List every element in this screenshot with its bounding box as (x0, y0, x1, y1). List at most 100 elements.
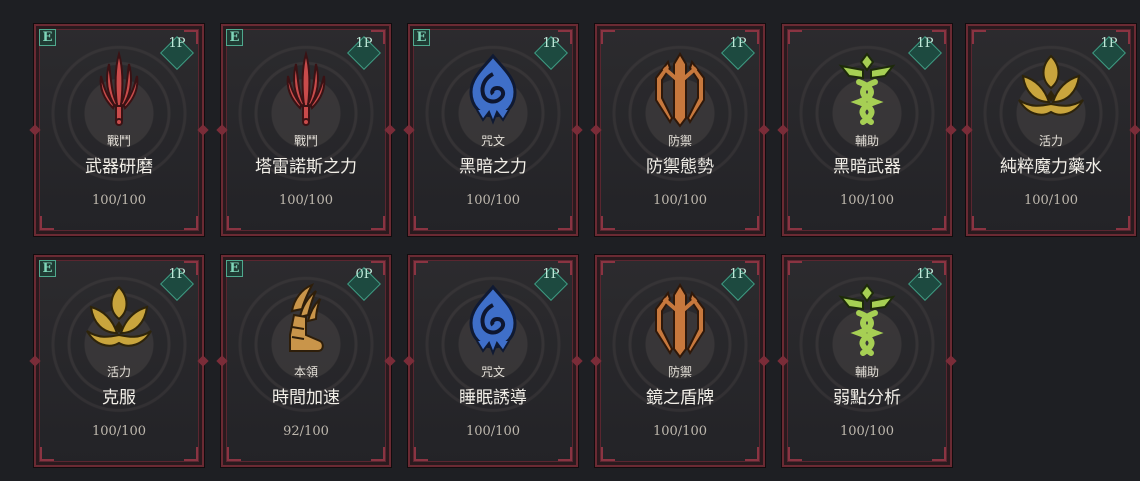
card-corner-ornament (414, 261, 428, 275)
shield-blade-icon (655, 52, 705, 128)
card-name: 時間加速 (272, 388, 340, 408)
cost-value: 1P (1100, 36, 1118, 51)
card-category: 本領 (293, 365, 318, 379)
card-corner-ornament (932, 447, 946, 461)
cost-value: 1P (355, 36, 373, 51)
skill-card[interactable]: E 1P 戰鬥 塔雷諾斯之力 100/100 (221, 24, 391, 236)
lotus-icon (86, 285, 152, 347)
card-durability: 100/100 (465, 193, 520, 208)
card-corner-ornament (184, 447, 198, 461)
skill-card[interactable]: E 1P 戰鬥 武器研磨 100/100 (34, 24, 204, 236)
card-durability: 100/100 (91, 424, 146, 439)
card-corner-ornament (788, 447, 802, 461)
card-category: 戰鬥 (106, 134, 131, 148)
cost-badge: 1P (534, 267, 568, 301)
card-durability: 100/100 (652, 193, 707, 208)
card-name: 鏡之盾牌 (646, 388, 714, 408)
card-name: 塔雷諾斯之力 (255, 157, 357, 177)
card-durability: 100/100 (278, 193, 333, 208)
card-corner-ornament (227, 216, 241, 230)
card-name: 黑暗武器 (833, 157, 901, 177)
cost-badge: 0P (347, 267, 381, 301)
card-durability: 100/100 (839, 193, 894, 208)
cost-badge: 1P (908, 36, 942, 70)
skill-card[interactable]: E 0P 本領 時間加速 92/100 (221, 255, 391, 467)
lotus-icon (1018, 54, 1084, 116)
cost-badge: 1P (1092, 36, 1126, 70)
card-durability: 100/100 (1023, 193, 1078, 208)
card-corner-ornament (788, 261, 802, 275)
card-corner-ornament (227, 447, 241, 461)
cost-value: 0P (355, 267, 373, 282)
card-name: 黑暗之力 (459, 157, 527, 177)
spell-orb-icon (469, 53, 517, 125)
card-name: 克服 (102, 388, 136, 408)
skill-card[interactable]: 1P 防禦 鏡之盾牌 100/100 (595, 255, 765, 467)
card-corner-ornament (972, 216, 986, 230)
card-corner-ornament (1116, 216, 1130, 230)
card-corner-ornament (788, 30, 802, 44)
card-corner-ornament (414, 447, 428, 461)
card-corner-ornament (601, 216, 615, 230)
card-corner-ornament (40, 216, 54, 230)
sword-icon (99, 50, 139, 126)
cost-badge: 1P (160, 267, 194, 301)
card-category: 防禦 (667, 365, 692, 379)
caduceus-icon (838, 52, 896, 125)
skill-card[interactable]: 1P 活力 純粹魔力藥水 100/100 (966, 24, 1136, 236)
skill-card[interactable]: 1P 輔助 黑暗武器 100/100 (782, 24, 952, 236)
card-category: 活力 (106, 365, 131, 379)
card-name: 睡眠誘導 (459, 388, 527, 408)
card-corner-ornament (558, 447, 572, 461)
winged-boot-icon (289, 283, 324, 352)
skill-card[interactable]: E 1P 咒文 黑暗之力 100/100 (408, 24, 578, 236)
card-durability: 100/100 (465, 424, 520, 439)
cost-badge: 1P (347, 36, 381, 70)
cost-value: 1P (916, 36, 934, 51)
card-corner-ornament (601, 30, 615, 44)
card-name: 純粹魔力藥水 (1000, 157, 1102, 177)
cost-badge: 1P (721, 267, 755, 301)
card-corner-ornament (558, 216, 572, 230)
card-category: 輔助 (854, 365, 879, 379)
equipped-badge: E (226, 29, 243, 46)
equipped-badge: E (39, 29, 56, 46)
card-category: 輔助 (854, 134, 879, 148)
card-corner-ornament (972, 30, 986, 44)
cost-value: 1P (542, 36, 560, 51)
card-category: 戰鬥 (293, 134, 318, 148)
skill-card[interactable]: 1P 防禦 防禦態勢 100/100 (595, 24, 765, 236)
card-name: 弱點分析 (833, 388, 901, 408)
card-corner-ornament (184, 216, 198, 230)
card-corner-ornament (601, 261, 615, 275)
card-durability: 100/100 (91, 193, 146, 208)
cost-badge: 1P (721, 36, 755, 70)
card-name: 防禦態勢 (646, 157, 714, 177)
card-corner-ornament (414, 216, 428, 230)
cost-value: 1P (729, 267, 747, 282)
card-corner-ornament (371, 447, 385, 461)
skill-card-grid: E 1P 戰鬥 武器研磨 100/100 E 1P 戰鬥 塔雷諾斯之力 100/… (0, 0, 1140, 481)
card-corner-ornament (745, 447, 759, 461)
cost-value: 1P (168, 267, 186, 282)
spell-orb-icon (469, 284, 517, 356)
cost-value: 1P (916, 267, 934, 282)
card-name: 武器研磨 (85, 157, 153, 177)
caduceus-icon (838, 283, 896, 356)
skill-card[interactable]: E 1P 活力 克服 100/100 (34, 255, 204, 467)
skill-card[interactable]: 1P 輔助 弱點分析 100/100 (782, 255, 952, 467)
card-category: 防禦 (667, 134, 692, 148)
card-category: 咒文 (480, 134, 505, 148)
card-durability: 100/100 (839, 424, 894, 439)
shield-blade-icon (655, 283, 705, 359)
card-durability: 92/100 (283, 424, 329, 439)
cost-badge: 1P (534, 36, 568, 70)
card-corner-ornament (601, 447, 615, 461)
card-durability: 100/100 (652, 424, 707, 439)
sword-icon (286, 50, 326, 126)
cost-badge: 1P (908, 267, 942, 301)
card-category: 咒文 (480, 365, 505, 379)
card-corner-ornament (371, 216, 385, 230)
card-corner-ornament (788, 216, 802, 230)
skill-card[interactable]: 1P 咒文 睡眠誘導 100/100 (408, 255, 578, 467)
